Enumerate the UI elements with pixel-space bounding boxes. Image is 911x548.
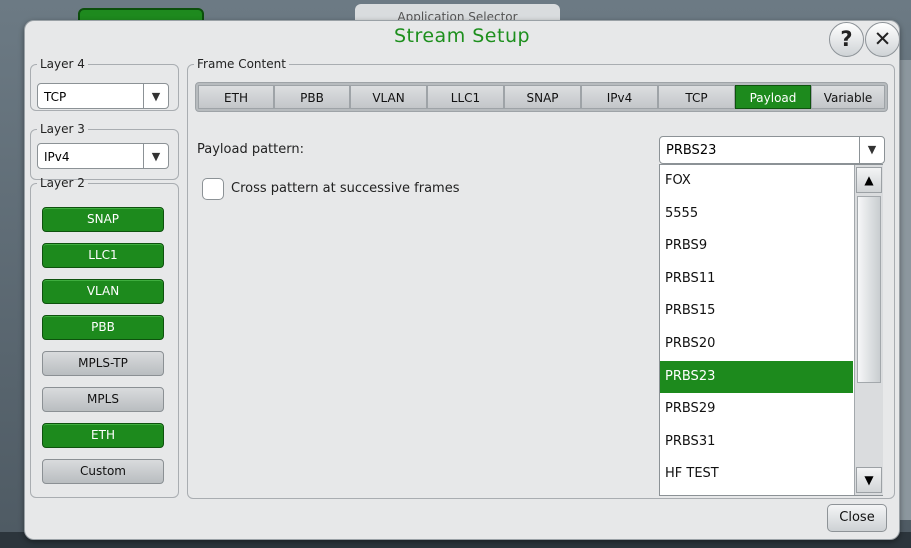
chevron-down-icon: ▼ (143, 144, 168, 168)
layer2-legend: Layer 2 (40, 176, 85, 190)
layer2-button-eth[interactable]: ETH (42, 423, 164, 448)
layer2-button-vlan[interactable]: VLAN (42, 279, 164, 304)
payload-pattern-select[interactable]: PRBS23 ▼ (659, 136, 885, 164)
tab-eth[interactable]: ETH (198, 85, 274, 109)
layer4-legend: Layer 4 (40, 57, 85, 71)
dropdown-option-fox[interactable]: FOX (660, 165, 853, 198)
close-icon[interactable]: ✕ (865, 22, 900, 57)
chevron-down-icon: ▼ (143, 84, 168, 108)
arrow-down-icon[interactable]: ▼ (856, 467, 882, 493)
dropdown-scrollbar[interactable]: ▲ ▼ (854, 165, 883, 495)
dropdown-option-prbs20[interactable]: PRBS20 (660, 328, 853, 361)
arrow-up-icon[interactable]: ▲ (856, 167, 882, 193)
dialog-title: Stream Setup (393, 25, 531, 47)
layer2-button-llc1[interactable]: LLC1 (42, 243, 164, 268)
tab-payload[interactable]: Payload (735, 85, 811, 109)
layer2-button-snap[interactable]: SNAP (42, 207, 164, 232)
dropdown-option-prbs15[interactable]: PRBS15 (660, 295, 853, 328)
payload-pattern-label: Payload pattern: (197, 142, 304, 157)
dropdown-option-prbs29[interactable]: PRBS29 (660, 393, 853, 426)
layer2-button-pbb[interactable]: PBB (42, 315, 164, 340)
payload-pattern-value: PRBS23 (666, 143, 717, 158)
frame-content-tabbar: ETH PBB VLAN LLC1 SNAP IPv4 TCP Payload … (195, 82, 888, 112)
dropdown-option-prbs23[interactable]: PRBS23 (660, 360, 853, 394)
tab-snap[interactable]: SNAP (504, 85, 581, 109)
cross-pattern-label: Cross pattern at successive frames (231, 181, 460, 196)
layer2-button-mpls-tp[interactable]: MPLS-TP (42, 351, 164, 376)
tab-tcp[interactable]: TCP (658, 85, 735, 109)
chevron-down-icon: ▼ (859, 137, 884, 163)
layer4-select[interactable]: TCP ▼ (37, 83, 169, 109)
payload-pattern-dropdown-list: FOX 5555 PRBS9 PRBS11 PRBS15 PRBS20 PRBS… (659, 164, 883, 496)
layer4-value: TCP (44, 90, 67, 104)
close-button[interactable]: Close (827, 504, 887, 532)
frame-content-legend: Frame Content (197, 57, 286, 71)
cross-pattern-checkbox[interactable] (202, 178, 224, 200)
dropdown-option-5555[interactable]: 5555 (660, 198, 853, 231)
dropdown-option-prbs31[interactable]: PRBS31 (660, 426, 853, 459)
layer3-value: IPv4 (44, 150, 70, 164)
tab-variable[interactable]: Variable (811, 85, 885, 109)
stream-setup-dialog: Stream Setup ? ✕ Layer 4 TCP ▼ Layer 3 I… (24, 20, 900, 540)
tab-vlan[interactable]: VLAN (350, 85, 427, 109)
dropdown-option-prbs9[interactable]: PRBS9 (660, 230, 853, 263)
dropdown-option-hf-test[interactable]: HF TEST (660, 458, 853, 491)
dropdown-option-prbs11[interactable]: PRBS11 (660, 263, 853, 296)
tab-llc1[interactable]: LLC1 (427, 85, 504, 109)
layer3-legend: Layer 3 (40, 122, 85, 136)
layer2-button-custom[interactable]: Custom (42, 459, 164, 484)
tab-pbb[interactable]: PBB (274, 85, 350, 109)
layer3-select[interactable]: IPv4 ▼ (37, 143, 169, 169)
tab-ipv4[interactable]: IPv4 (581, 85, 658, 109)
layer2-button-mpls[interactable]: MPLS (42, 387, 164, 412)
help-icon[interactable]: ? (829, 22, 864, 57)
scrollbar-thumb[interactable] (857, 196, 881, 383)
